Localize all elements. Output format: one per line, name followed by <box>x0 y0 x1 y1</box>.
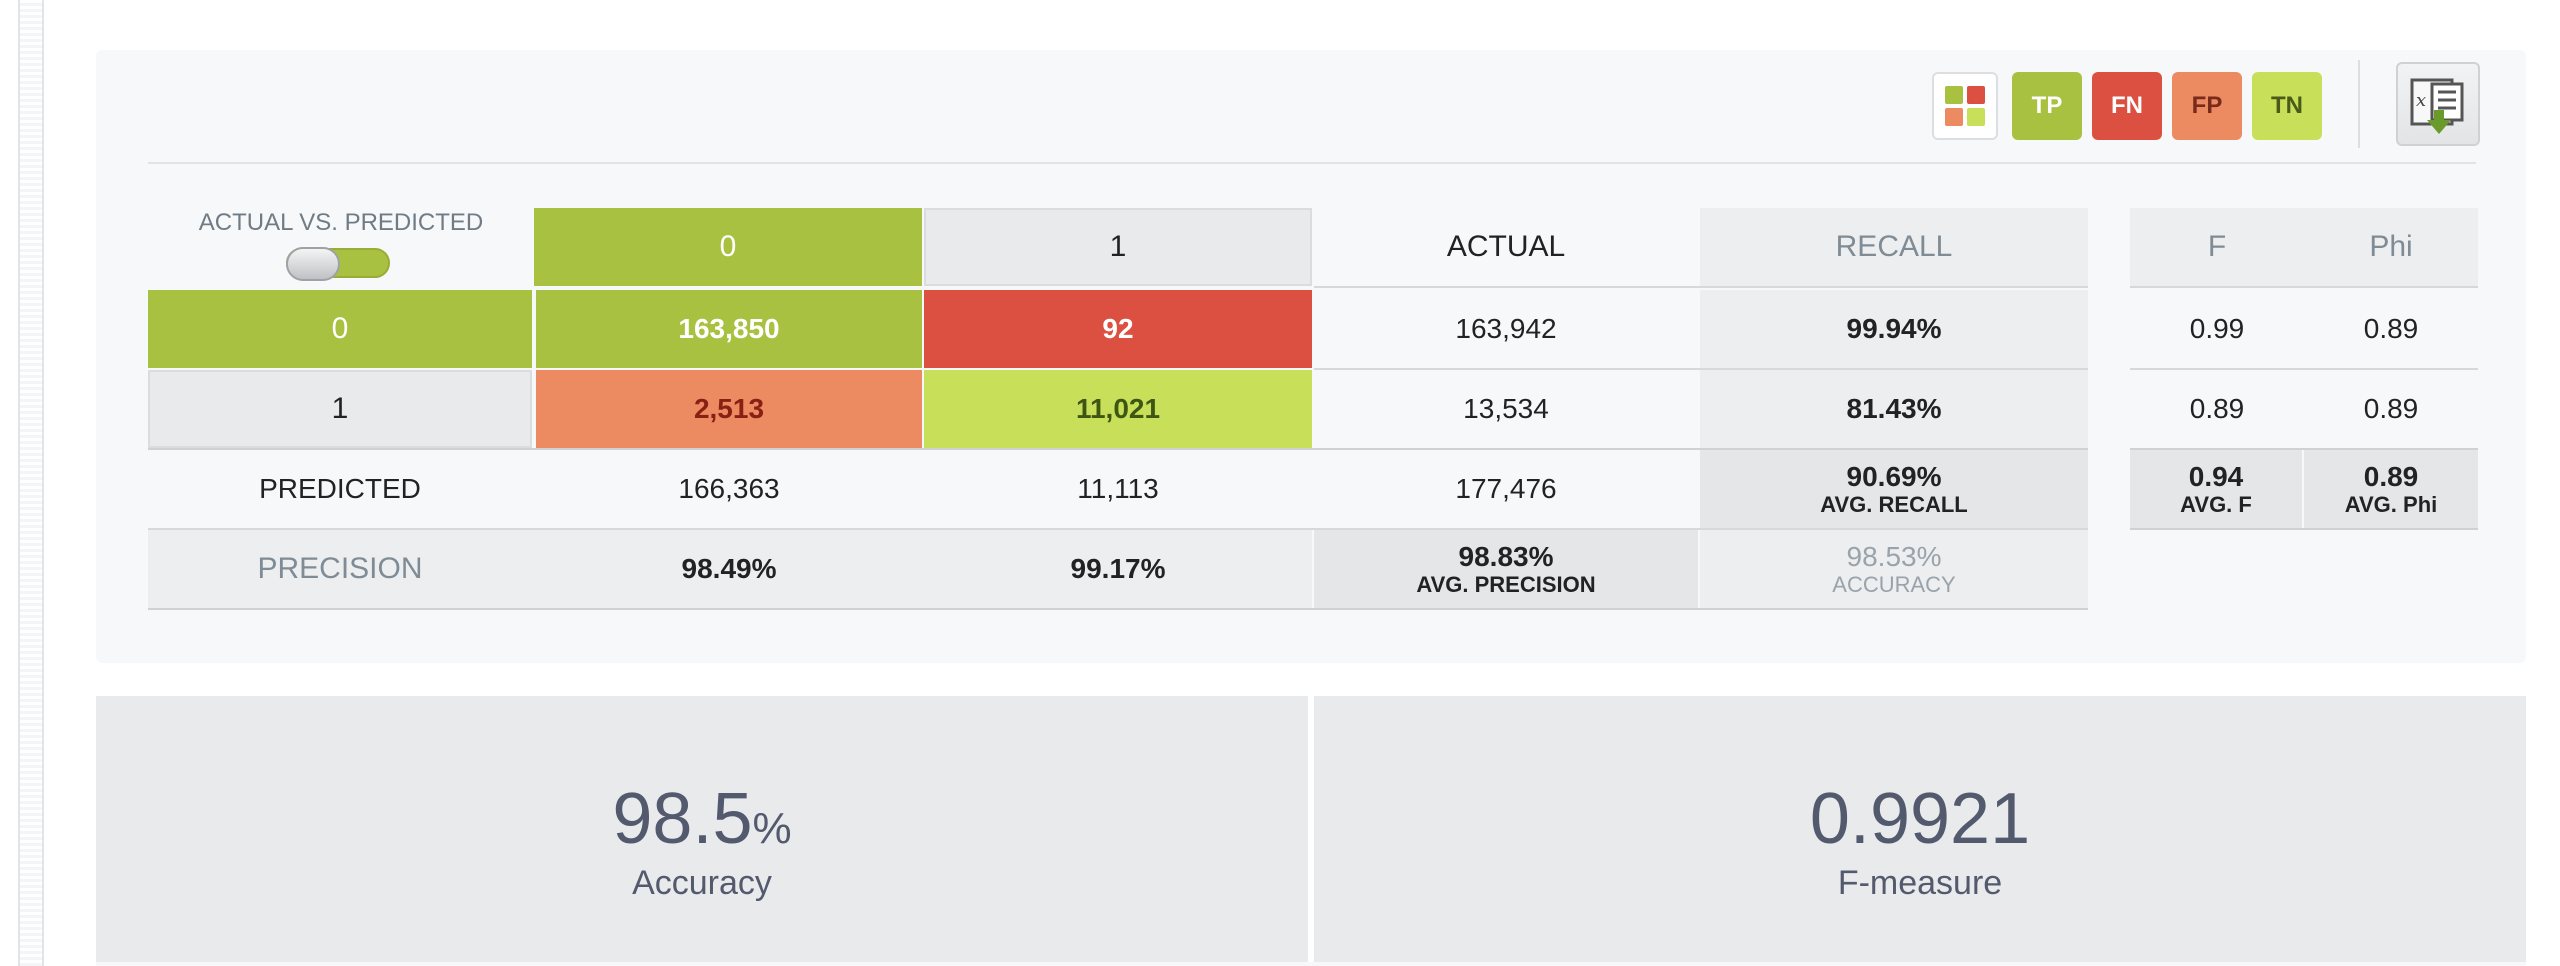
predicted-col-1: 11,113 <box>1077 473 1159 505</box>
avg-phi-label: AVG. Phi <box>2344 492 2438 518</box>
precision-label: PRECISION <box>257 552 423 586</box>
divider <box>1314 368 2088 370</box>
tn-legend-button[interactable]: TN <box>2252 72 2322 140</box>
precision-col-0: 98.49% <box>681 553 777 585</box>
f-row-1: 0.89 <box>2189 393 2245 425</box>
color-grid-button[interactable] <box>1932 72 1998 140</box>
f-header: F <box>2207 230 2227 264</box>
avg-precision-label: AVG. PRECISION <box>1416 572 1596 598</box>
f-measure-stat-card: 0.9921 F-measure <box>1314 696 2526 966</box>
tp-legend-button[interactable]: TP <box>2012 72 2082 140</box>
avg-phi-cell: 0.89 AVG. Phi <box>2304 450 2478 528</box>
f-measure-stat-value: 0.9921 <box>1809 779 2031 859</box>
avg-f-cell: 0.94 AVG. F <box>2130 450 2302 528</box>
sidebar-strip <box>18 0 44 966</box>
actual-vs-predicted-label: ACTUAL VS. PREDICTED <box>198 209 484 237</box>
recall-header: RECALL <box>1700 208 2088 286</box>
phi-row-1: 0.89 <box>2363 393 2419 425</box>
total-count: 177,476 <box>1455 473 1557 505</box>
row-header-1: 1 <box>148 370 532 448</box>
divider <box>2130 368 2478 370</box>
fp-cell: 2,513 <box>536 370 922 448</box>
recall-row-1: 81.43% <box>1700 370 2088 448</box>
excel-export-icon: x <box>2410 78 2464 134</box>
accuracy-label: ACCURACY <box>1832 572 1956 598</box>
precision-col-1: 99.17% <box>1070 553 1166 585</box>
avg-recall-label: AVG. RECALL <box>1820 492 1968 518</box>
tn-cell: 11,021 <box>924 370 1312 448</box>
recall-row-0: 99.94% <box>1700 290 2088 368</box>
toolbar-divider <box>2358 60 2360 148</box>
phi-row-0: 0.89 <box>2363 313 2419 345</box>
fn-cell: 92 <box>924 290 1312 368</box>
actual-row-1: 13,534 <box>1463 393 1549 425</box>
actual-header: ACTUAL <box>1446 230 1566 264</box>
avg-recall-cell: 90.69% AVG. RECALL <box>1700 450 2088 528</box>
accuracy-value: 98.53% <box>1846 540 1942 572</box>
accuracy-stat-card: 98.5% Accuracy <box>96 696 1308 966</box>
divider <box>2130 448 2478 450</box>
fp-legend-button[interactable]: FP <box>2172 72 2242 140</box>
divider <box>2130 286 2478 288</box>
divider <box>148 528 2088 530</box>
avg-precision-cell: 98.83% AVG. PRECISION <box>1314 530 1698 608</box>
stat-bottom-edge <box>96 962 2526 966</box>
predicted-label: PREDICTED <box>259 473 421 505</box>
tp-cell: 163,850 <box>536 290 922 368</box>
actual-predicted-toggle[interactable] <box>286 247 390 281</box>
toggle-knob <box>286 247 340 281</box>
column-header-0: 0 <box>534 208 922 286</box>
avg-precision-value: 98.83% <box>1458 540 1554 572</box>
avg-recall-value: 90.69% <box>1846 460 1942 492</box>
svg-text:x: x <box>2416 90 2426 111</box>
row-header-0: 0 <box>148 290 532 368</box>
column-header-1: 1 <box>924 208 1312 286</box>
accuracy-cell: 98.53% ACCURACY <box>1700 530 2088 608</box>
actual-row-0: 163,942 <box>1455 313 1557 345</box>
phi-header: Phi <box>2369 230 2413 264</box>
export-excel-button[interactable]: x <box>2396 62 2480 146</box>
divider <box>148 448 2088 450</box>
divider <box>2130 528 2478 530</box>
f-row-0: 0.99 <box>2189 313 2245 345</box>
toolbar-divider-line <box>148 162 2476 164</box>
divider <box>1314 286 2088 288</box>
color-grid-icon <box>1945 86 1985 126</box>
avg-phi-value: 0.89 <box>2363 460 2419 492</box>
accuracy-stat-value: 98.5% <box>612 779 792 859</box>
predicted-col-0: 166,363 <box>678 473 780 505</box>
divider <box>148 608 2088 610</box>
fn-legend-button[interactable]: FN <box>2092 72 2162 140</box>
avg-f-label: AVG. F <box>2180 492 2252 518</box>
f-measure-stat-label: F-measure <box>1837 864 2003 902</box>
accuracy-stat-label: Accuracy <box>632 864 772 902</box>
avg-f-value: 0.94 <box>2188 460 2244 492</box>
